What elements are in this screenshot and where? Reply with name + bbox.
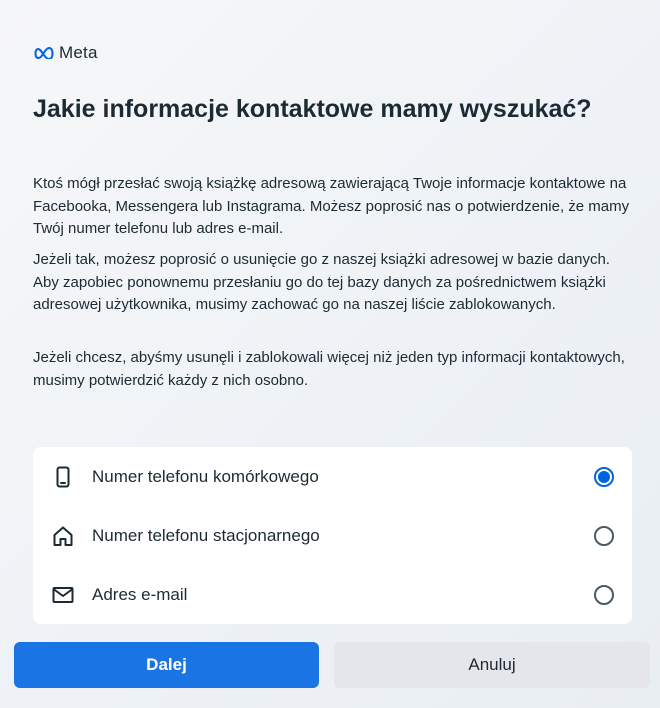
option-email[interactable]: Adres e-mail: [33, 565, 632, 624]
option-landline-phone[interactable]: Numer telefonu stacjonarnego: [33, 506, 632, 565]
option-label: Numer telefonu stacjonarnego: [92, 525, 320, 545]
description-paragraph-1: Ktoś mógł przesłać swoją książkę adresow…: [33, 175, 630, 237]
radio-selected[interactable]: [594, 466, 614, 487]
option-label: Adres e-mail: [92, 584, 188, 604]
radio-unselected[interactable]: [594, 584, 614, 605]
description-paragraph-3: Jeżeli chcesz, abyśmy usunęli i zablokow…: [33, 349, 625, 389]
cancel-button[interactable]: Anuluj: [334, 642, 650, 688]
page-title: Jakie informacje kontaktowe mamy wyszuka…: [33, 95, 592, 123]
radio-unselected[interactable]: [594, 525, 614, 546]
option-label: Numer telefonu komórkowego: [92, 466, 319, 486]
contact-type-options: Numer telefonu komórkowego Numer telefon…: [33, 447, 632, 624]
option-mobile-phone[interactable]: Numer telefonu komórkowego: [33, 447, 632, 506]
next-button[interactable]: Dalej: [14, 642, 319, 688]
meta-logo-text: Meta: [59, 43, 98, 62]
envelope-icon: [51, 583, 75, 607]
description-paragraph-2: Jeżeli tak, możesz poprosić o usunięcie …: [33, 251, 610, 313]
mobile-phone-icon: [51, 465, 75, 489]
home-icon: [51, 524, 75, 548]
meta-logo: Meta: [33, 43, 98, 63]
meta-infinity-icon: [34, 47, 54, 59]
